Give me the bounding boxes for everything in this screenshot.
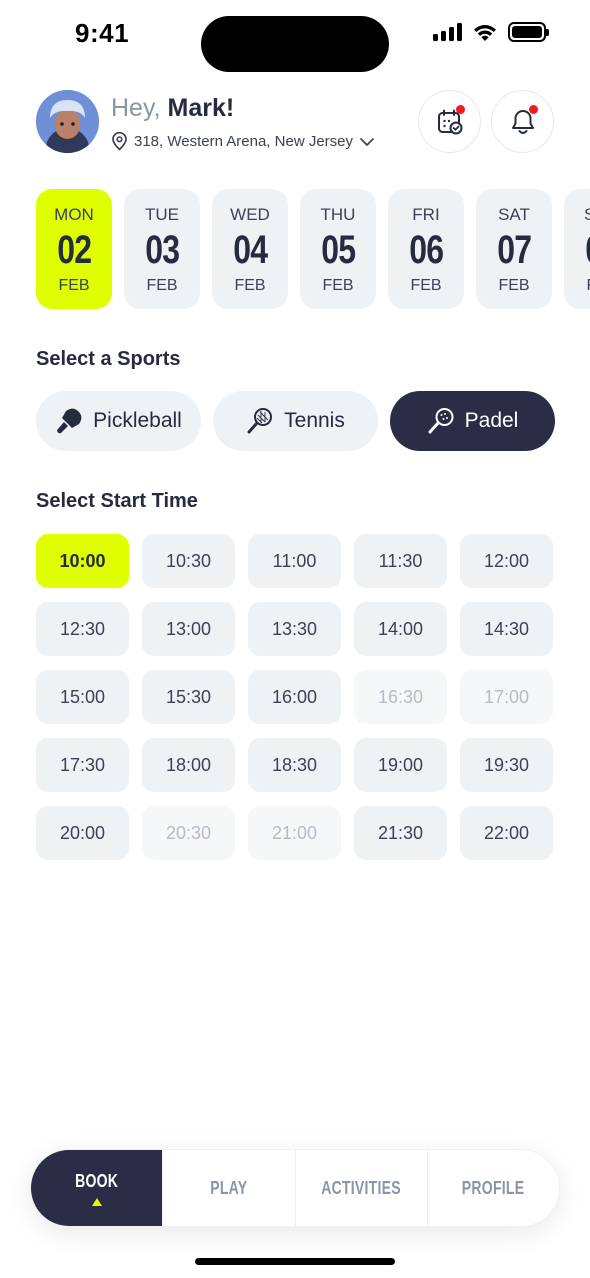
bell-notification-dot xyxy=(529,105,538,114)
date-day-of-week: WED xyxy=(230,205,270,224)
status-time: 9:41 xyxy=(75,18,130,48)
time-slot[interactable]: 16:00 xyxy=(248,670,341,724)
time-slot: 16:30 xyxy=(354,670,447,724)
sport-padel-button[interactable]: Padel xyxy=(390,391,555,451)
pickleball-paddle-icon xyxy=(57,408,82,434)
user-name: Mark! xyxy=(167,94,235,122)
date-day-number: 08 xyxy=(585,227,590,273)
chevron-down-icon xyxy=(360,137,374,146)
time-slot[interactable]: 13:00 xyxy=(142,602,235,656)
date-month: FEB xyxy=(410,277,442,294)
notifications-button[interactable] xyxy=(491,90,554,153)
time-slot[interactable]: 19:30 xyxy=(460,738,553,792)
time-section-title: Select Start Time xyxy=(36,490,198,512)
time-grid: 10:00 10:30 11:00 11:30 12:00 12:30 13:00 13:30… xyxy=(36,534,554,860)
sport-label: Tennis xyxy=(284,409,345,432)
date-card[interactable]: SAT 07 FEB xyxy=(476,189,552,309)
time-slot[interactable]: 15:30 xyxy=(142,670,235,724)
calendar-button[interactable] xyxy=(418,90,481,153)
date-day-number: 07 xyxy=(497,228,532,272)
date-card[interactable]: SUN 08 FEB xyxy=(564,189,590,309)
time-slot[interactable]: 18:00 xyxy=(142,738,235,792)
date-month: FEB xyxy=(146,277,178,294)
sport-pickleball-button[interactable]: Pickleball xyxy=(36,391,201,451)
time-slot[interactable]: 21:30 xyxy=(354,806,447,860)
active-indicator-icon xyxy=(91,1197,102,1206)
date-day-number: 05 xyxy=(321,228,356,272)
date-day-number: 03 xyxy=(145,228,180,272)
status-icons xyxy=(433,22,549,42)
date-day-of-week: SAT xyxy=(498,205,530,224)
date-month: FEB xyxy=(586,277,590,295)
time-slot[interactable]: 14:00 xyxy=(354,602,447,656)
date-day-of-week: FRI xyxy=(412,205,440,224)
sport-tennis-button[interactable]: Tennis xyxy=(213,391,378,451)
nav-item-label: PROFILE xyxy=(462,1177,525,1198)
time-slot[interactable]: 15:00 xyxy=(36,670,129,724)
time-slot[interactable]: 10:00 xyxy=(36,534,129,588)
nav-item-profile[interactable]: PROFILE xyxy=(426,1150,559,1226)
date-day-number: 02 xyxy=(57,228,92,272)
nav-item-label: PLAY xyxy=(210,1177,248,1198)
date-card[interactable]: TUE 03 FEB xyxy=(124,189,200,309)
cellular-signal-icon xyxy=(433,23,462,41)
time-slot: 20:30 xyxy=(142,806,235,860)
date-day-of-week: MON xyxy=(54,205,94,224)
date-strip[interactable]: MON 02 FEB TUE 03 FEB WED 04 FEB THU 05 FEB FRI 06 FEB… xyxy=(36,189,590,309)
wifi-icon xyxy=(474,24,496,41)
location-text: 318, Western Arena, New Jersey xyxy=(134,133,353,150)
sports-section-title: Select a Sports xyxy=(36,348,181,370)
status-bar: 9:41 xyxy=(0,0,590,72)
time-slot[interactable]: 12:30 xyxy=(36,602,129,656)
date-day-number: 04 xyxy=(233,228,268,272)
time-slot[interactable]: 19:00 xyxy=(354,738,447,792)
avatar[interactable] xyxy=(36,90,99,153)
time-slot[interactable]: 10:30 xyxy=(142,534,235,588)
padel-racket-icon xyxy=(428,408,454,434)
time-slot[interactable]: 12:00 xyxy=(460,534,553,588)
nav-item-label: BOOK xyxy=(75,1170,119,1191)
date-month: FEB xyxy=(234,277,266,294)
header: Hey, Mark! 318, Western Arena, New Jerse… xyxy=(36,88,554,154)
date-month: FEB xyxy=(58,277,90,294)
date-day-number: 06 xyxy=(409,228,444,272)
calendar-notification-dot xyxy=(456,105,465,114)
date-month: FEB xyxy=(322,277,354,294)
time-slot[interactable]: 20:00 xyxy=(36,806,129,860)
time-slot[interactable]: 11:00 xyxy=(248,534,341,588)
date-day-of-week: SUN xyxy=(584,205,590,224)
tennis-racket-icon xyxy=(247,408,273,434)
greeting-prefix: Hey, xyxy=(111,94,161,122)
time-slot[interactable]: 14:30 xyxy=(460,602,553,656)
dynamic-island xyxy=(201,16,389,72)
nav-item-label: ACTIVITIES xyxy=(321,1177,401,1198)
time-slot[interactable]: 13:30 xyxy=(248,602,341,656)
time-slot[interactable]: 17:30 xyxy=(36,738,129,792)
nav-item-play[interactable]: PLAY xyxy=(162,1150,294,1226)
bottom-navigation: BOOK PLAY ACTIVITIES PROFILE xyxy=(30,1149,560,1227)
time-slot: 17:00 xyxy=(460,670,553,724)
date-card[interactable]: WED 04 FEB xyxy=(212,189,288,309)
nav-item-book[interactable]: BOOK xyxy=(31,1150,163,1226)
sports-selector: Pickleball Tennis Padel xyxy=(36,391,555,451)
date-card[interactable]: FRI 06 FEB xyxy=(388,189,464,309)
date-day-of-week: TUE xyxy=(145,205,179,224)
location-pin-icon xyxy=(112,132,127,151)
greeting: Hey, Mark! xyxy=(111,94,234,123)
battery-icon xyxy=(508,22,549,42)
time-slot[interactable]: 11:30 xyxy=(354,534,447,588)
sport-label: Padel xyxy=(464,409,519,432)
home-indicator xyxy=(195,1258,395,1265)
date-card[interactable]: THU 05 FEB xyxy=(300,189,376,309)
nav-item-activities[interactable]: ACTIVITIES xyxy=(294,1150,427,1226)
time-slot: 21:00 xyxy=(248,806,341,860)
time-slot[interactable]: 18:30 xyxy=(248,738,341,792)
date-day-of-week: THU xyxy=(320,205,356,224)
date-card[interactable]: MON 02 FEB xyxy=(36,189,112,309)
sport-label: Pickleball xyxy=(93,409,182,432)
time-slot[interactable]: 22:00 xyxy=(460,806,553,860)
location-selector[interactable]: 318, Western Arena, New Jersey xyxy=(111,132,375,151)
date-month: FEB xyxy=(498,277,530,294)
